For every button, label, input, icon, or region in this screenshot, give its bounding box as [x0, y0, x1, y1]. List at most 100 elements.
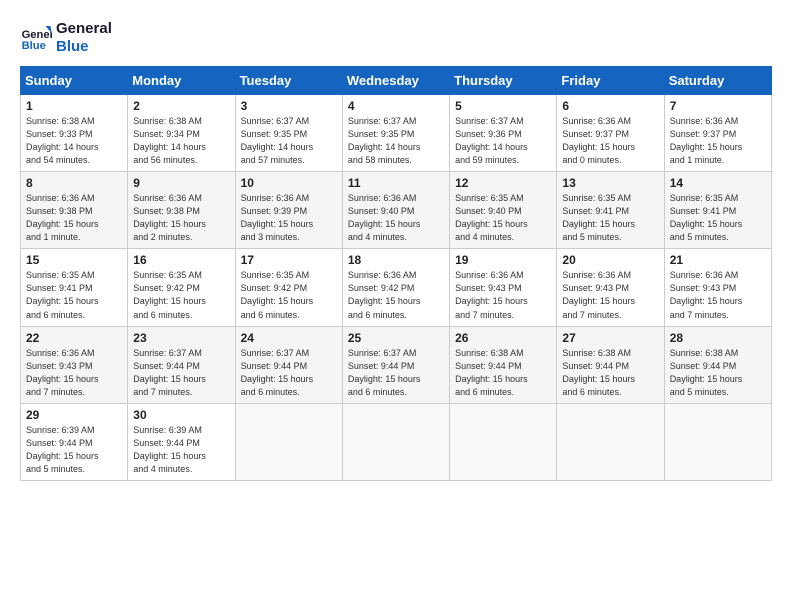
day-info: Sunrise: 6:36 AM Sunset: 9:42 PM Dayligh…	[348, 269, 444, 321]
day-number: 26	[455, 331, 551, 345]
svg-text:Blue: Blue	[22, 40, 46, 52]
day-info: Sunrise: 6:36 AM Sunset: 9:43 PM Dayligh…	[455, 269, 551, 321]
weekday-header-friday: Friday	[557, 67, 664, 95]
calendar-day-8: 8 Sunrise: 6:36 AM Sunset: 9:38 PM Daylig…	[21, 172, 128, 249]
weekday-header-thursday: Thursday	[450, 67, 557, 95]
calendar-week-row: 22 Sunrise: 6:36 AM Sunset: 9:43 PM Dayli…	[21, 326, 772, 403]
weekday-header-sunday: Sunday	[21, 67, 128, 95]
calendar-week-row: 1Sunrise: 6:38 AM Sunset: 9:33 PM Daylig…	[21, 95, 772, 172]
day-info: Sunrise: 6:37 AM Sunset: 9:36 PM Dayligh…	[455, 115, 551, 167]
logo: General Blue General Blue	[20, 20, 112, 56]
logo-blue: Blue	[56, 38, 112, 56]
day-number: 11	[348, 176, 444, 190]
day-info: Sunrise: 6:35 AM Sunset: 9:41 PM Dayligh…	[670, 192, 766, 244]
day-number: 8	[26, 176, 122, 190]
day-number: 14	[670, 176, 766, 190]
day-info: Sunrise: 6:38 AM Sunset: 9:34 PM Dayligh…	[133, 115, 229, 167]
day-number: 2	[133, 99, 229, 113]
calendar-day-13: 13 Sunrise: 6:35 AM Sunset: 9:41 PM Dayli…	[557, 172, 664, 249]
day-number: 24	[241, 331, 337, 345]
day-info: Sunrise: 6:36 AM Sunset: 9:43 PM Dayligh…	[26, 347, 122, 399]
day-number: 13	[562, 176, 658, 190]
calendar-day-empty	[664, 403, 771, 480]
day-info: Sunrise: 6:35 AM Sunset: 9:41 PM Dayligh…	[562, 192, 658, 244]
day-info: Sunrise: 6:38 AM Sunset: 9:44 PM Dayligh…	[562, 347, 658, 399]
day-info: Sunrise: 6:37 AM Sunset: 9:44 PM Dayligh…	[241, 347, 337, 399]
calendar-day-20: 20 Sunrise: 6:36 AM Sunset: 9:43 PM Dayli…	[557, 249, 664, 326]
calendar-day-21: 21 Sunrise: 6:36 AM Sunset: 9:43 PM Dayli…	[664, 249, 771, 326]
calendar-week-row: 8 Sunrise: 6:36 AM Sunset: 9:38 PM Daylig…	[21, 172, 772, 249]
calendar-day-empty	[342, 403, 449, 480]
calendar-day-17: 17 Sunrise: 6:35 AM Sunset: 9:42 PM Dayli…	[235, 249, 342, 326]
day-number: 18	[348, 253, 444, 267]
calendar-day-1: 1Sunrise: 6:38 AM Sunset: 9:33 PM Daylig…	[21, 95, 128, 172]
logo-general: General	[56, 20, 112, 38]
calendar-day-9: 9Sunrise: 6:36 AM Sunset: 9:38 PM Daylig…	[128, 172, 235, 249]
day-info: Sunrise: 6:36 AM Sunset: 9:38 PM Dayligh…	[26, 192, 122, 244]
calendar-day-empty	[235, 403, 342, 480]
day-info: Sunrise: 6:38 AM Sunset: 9:44 PM Dayligh…	[670, 347, 766, 399]
day-number: 7	[670, 99, 766, 113]
day-number: 25	[348, 331, 444, 345]
day-number: 29	[26, 408, 122, 422]
calendar-day-empty	[557, 403, 664, 480]
calendar-day-27: 27Sunrise: 6:38 AM Sunset: 9:44 PM Dayli…	[557, 326, 664, 403]
weekday-header-monday: Monday	[128, 67, 235, 95]
calendar-day-4: 4Sunrise: 6:37 AM Sunset: 9:35 PM Daylig…	[342, 95, 449, 172]
day-info: Sunrise: 6:37 AM Sunset: 9:35 PM Dayligh…	[348, 115, 444, 167]
day-number: 22	[26, 331, 122, 345]
day-number: 3	[241, 99, 337, 113]
day-info: Sunrise: 6:36 AM Sunset: 9:37 PM Dayligh…	[562, 115, 658, 167]
day-info: Sunrise: 6:36 AM Sunset: 9:39 PM Dayligh…	[241, 192, 337, 244]
day-number: 28	[670, 331, 766, 345]
svg-text:General: General	[22, 29, 52, 41]
day-number: 10	[241, 176, 337, 190]
day-info: Sunrise: 6:35 AM Sunset: 9:41 PM Dayligh…	[26, 269, 122, 321]
calendar-week-row: 29 Sunrise: 6:39 AM Sunset: 9:44 PM Dayli…	[21, 403, 772, 480]
calendar-day-19: 19 Sunrise: 6:36 AM Sunset: 9:43 PM Dayli…	[450, 249, 557, 326]
day-info: Sunrise: 6:37 AM Sunset: 9:35 PM Dayligh…	[241, 115, 337, 167]
calendar-day-28: 28 Sunrise: 6:38 AM Sunset: 9:44 PM Dayli…	[664, 326, 771, 403]
day-number: 15	[26, 253, 122, 267]
calendar-day-22: 22 Sunrise: 6:36 AM Sunset: 9:43 PM Dayli…	[21, 326, 128, 403]
day-info: Sunrise: 6:36 AM Sunset: 9:37 PM Dayligh…	[670, 115, 766, 167]
day-info: Sunrise: 6:39 AM Sunset: 9:44 PM Dayligh…	[26, 424, 122, 476]
weekday-header-wednesday: Wednesday	[342, 67, 449, 95]
calendar-day-29: 29 Sunrise: 6:39 AM Sunset: 9:44 PM Dayli…	[21, 403, 128, 480]
calendar-week-row: 15 Sunrise: 6:35 AM Sunset: 9:41 PM Dayli…	[21, 249, 772, 326]
day-info: Sunrise: 6:38 AM Sunset: 9:44 PM Dayligh…	[455, 347, 551, 399]
calendar-day-10: 10 Sunrise: 6:36 AM Sunset: 9:39 PM Dayli…	[235, 172, 342, 249]
calendar-day-11: 11 Sunrise: 6:36 AM Sunset: 9:40 PM Dayli…	[342, 172, 449, 249]
day-number: 17	[241, 253, 337, 267]
day-info: Sunrise: 6:36 AM Sunset: 9:43 PM Dayligh…	[562, 269, 658, 321]
day-info: Sunrise: 6:37 AM Sunset: 9:44 PM Dayligh…	[348, 347, 444, 399]
weekday-header-saturday: Saturday	[664, 67, 771, 95]
day-number: 5	[455, 99, 551, 113]
logo-icon: General Blue	[20, 22, 52, 54]
page-header: General Blue General Blue	[20, 20, 772, 56]
day-number: 9	[133, 176, 229, 190]
calendar-body: 1Sunrise: 6:38 AM Sunset: 9:33 PM Daylig…	[21, 95, 772, 481]
day-number: 19	[455, 253, 551, 267]
day-info: Sunrise: 6:35 AM Sunset: 9:42 PM Dayligh…	[241, 269, 337, 321]
day-info: Sunrise: 6:36 AM Sunset: 9:40 PM Dayligh…	[348, 192, 444, 244]
day-number: 23	[133, 331, 229, 345]
calendar-day-15: 15 Sunrise: 6:35 AM Sunset: 9:41 PM Dayli…	[21, 249, 128, 326]
calendar-day-25: 25 Sunrise: 6:37 AM Sunset: 9:44 PM Dayli…	[342, 326, 449, 403]
calendar-day-24: 24 Sunrise: 6:37 AM Sunset: 9:44 PM Dayli…	[235, 326, 342, 403]
day-number: 20	[562, 253, 658, 267]
calendar-day-12: 12Sunrise: 6:35 AM Sunset: 9:40 PM Dayli…	[450, 172, 557, 249]
day-info: Sunrise: 6:38 AM Sunset: 9:33 PM Dayligh…	[26, 115, 122, 167]
calendar-day-empty	[450, 403, 557, 480]
day-number: 12	[455, 176, 551, 190]
calendar-day-6: 6Sunrise: 6:36 AM Sunset: 9:37 PM Daylig…	[557, 95, 664, 172]
calendar-table: SundayMondayTuesdayWednesdayThursdayFrid…	[20, 66, 772, 481]
calendar-day-5: 5 Sunrise: 6:37 AM Sunset: 9:36 PM Daylig…	[450, 95, 557, 172]
weekday-header-tuesday: Tuesday	[235, 67, 342, 95]
weekday-header-row: SundayMondayTuesdayWednesdayThursdayFrid…	[21, 67, 772, 95]
day-info: Sunrise: 6:37 AM Sunset: 9:44 PM Dayligh…	[133, 347, 229, 399]
day-number: 21	[670, 253, 766, 267]
day-info: Sunrise: 6:36 AM Sunset: 9:43 PM Dayligh…	[670, 269, 766, 321]
calendar-day-18: 18 Sunrise: 6:36 AM Sunset: 9:42 PM Dayli…	[342, 249, 449, 326]
calendar-day-16: 16Sunrise: 6:35 AM Sunset: 9:42 PM Dayli…	[128, 249, 235, 326]
